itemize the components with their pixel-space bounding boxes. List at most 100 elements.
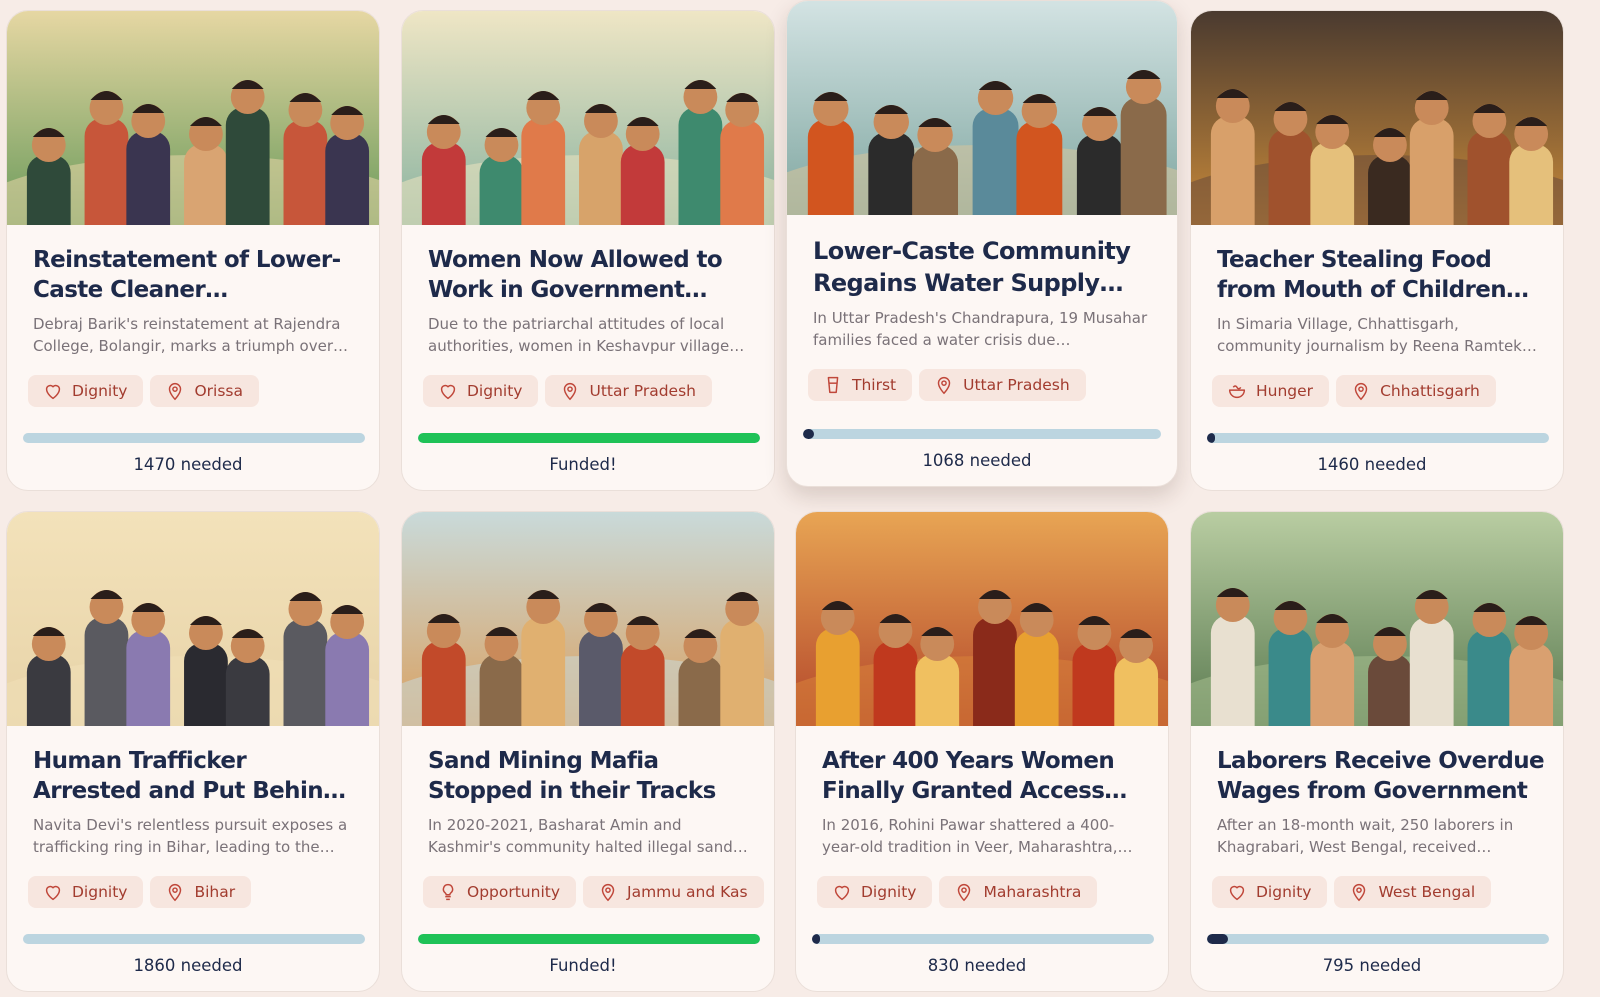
category-tag-label: Dignity — [72, 382, 128, 400]
story-description: After an 18-month wait, 250 laborers in … — [1217, 816, 1514, 856]
story-card[interactable]: Lower-Caste Community Regains Water Supp… — [786, 0, 1178, 487]
location-tag[interactable]: Uttar Pradesh — [545, 375, 712, 407]
location-pin-icon — [169, 383, 182, 401]
funding-progress-fill — [803, 429, 814, 439]
tag-list: Dignity Uttar Pradesh — [423, 375, 756, 407]
category-tag-label: Hunger — [1256, 382, 1314, 400]
story-image[interactable] — [402, 512, 774, 726]
story-description: In Simaria Village, Chhattisgarh, commun… — [1217, 315, 1537, 355]
location-pin-icon — [601, 884, 615, 902]
funding-progress-bar — [1207, 934, 1549, 944]
story-title[interactable]: After 400 Years Women Finally Granted Ac… — [822, 746, 1150, 806]
story-title[interactable]: Sand Mining Mafia Stopped in their Track… — [428, 746, 756, 806]
story-description: In Uttar Pradesh's Chandrapura, 19 Musah… — [813, 309, 1148, 349]
funding-status: 795 needed — [1322, 956, 1422, 975]
category-tag[interactable]: Hunger — [1212, 375, 1330, 407]
tag-list: Dignity Orissa — [28, 375, 361, 407]
story-image[interactable] — [1191, 11, 1563, 225]
location-tag[interactable]: Jammu and Kas — [583, 876, 764, 908]
category-tag-label: Dignity — [72, 883, 128, 901]
location-tag-label: Bihar — [194, 883, 236, 901]
funding-progress-bar — [812, 934, 1154, 944]
location-tag-label: Uttar Pradesh — [963, 376, 1070, 394]
funding-progress-fill — [418, 934, 760, 944]
story-card[interactable]: Reinstatement of Lower-Caste Cleaner Sus… — [6, 10, 380, 491]
story-card[interactable]: Human Trafficker Arrested and Put Behind… — [6, 511, 380, 992]
glass-icon — [827, 376, 839, 394]
location-tag[interactable]: Orissa — [150, 375, 259, 407]
category-tag[interactable]: Dignity — [28, 375, 144, 407]
location-tag-label: Uttar Pradesh — [589, 382, 696, 400]
stories-grid: Reinstatement of Lower-Caste Cleaner Sus… — [0, 0, 1600, 997]
funding-status: 1470 needed — [133, 455, 243, 474]
location-pin-icon — [958, 884, 971, 902]
category-tag[interactable]: Dignity — [423, 375, 539, 407]
location-tag-label: Maharashtra — [983, 883, 1082, 901]
location-tag[interactable]: Uttar Pradesh — [919, 369, 1086, 401]
category-tag[interactable]: Dignity — [28, 876, 144, 908]
heart-icon — [1229, 885, 1245, 901]
story-card[interactable]: Women Now Allowed to Work in Government…… — [401, 10, 775, 491]
funding-progress-bar — [803, 429, 1161, 439]
funding-progress-bar — [418, 433, 760, 443]
story-title[interactable]: Lower-Caste Community Regains Water Supp… — [813, 235, 1159, 299]
story-image[interactable] — [796, 512, 1168, 726]
funding-progress-fill — [418, 433, 760, 443]
funding-status: Funded! — [549, 956, 617, 975]
location-pin-icon — [169, 884, 182, 902]
story-image[interactable] — [7, 512, 379, 726]
tag-list: Hunger Chhattisgarh — [1212, 375, 1545, 407]
category-tag[interactable]: Dignity — [1212, 876, 1328, 908]
category-tag[interactable]: Dignity — [817, 876, 933, 908]
category-tag-label: Dignity — [467, 382, 523, 400]
story-title[interactable]: Teacher Stealing Food from Mouth of Chil… — [1217, 245, 1545, 305]
category-tag-label: Opportunity — [467, 883, 561, 901]
location-tag[interactable]: Bihar — [150, 876, 252, 908]
funding-status: 1460 needed — [1317, 455, 1427, 474]
story-card[interactable]: After 400 Years Women Finally Granted Ac… — [795, 511, 1169, 992]
category-tag[interactable]: Opportunity — [423, 876, 577, 908]
funding-progress-fill — [1207, 934, 1228, 944]
funding-status: Funded! — [549, 455, 617, 474]
story-title[interactable]: Laborers Receive Overdue Wages from Gove… — [1217, 746, 1545, 806]
location-pin-icon — [564, 383, 577, 401]
heart-icon — [834, 885, 850, 901]
tag-list: Dignity Maharashtra — [817, 876, 1150, 908]
location-pin-icon — [1353, 884, 1366, 902]
funding-progress-bar — [23, 433, 365, 443]
story-card[interactable]: Sand Mining Mafia Stopped in their Track… — [401, 511, 775, 992]
heart-icon — [45, 384, 61, 400]
category-tag[interactable]: Thirst — [808, 369, 913, 401]
location-tag-label: Chhattisgarh — [1380, 382, 1480, 400]
location-pin-icon — [937, 377, 951, 395]
funding-progress-bar — [23, 934, 365, 944]
tag-list: Opportunity Jammu and Kas — [423, 876, 764, 908]
location-tag[interactable]: West Bengal — [1334, 876, 1492, 908]
story-image[interactable] — [7, 11, 379, 225]
funding-progress-bar — [418, 934, 760, 944]
story-image[interactable] — [1191, 512, 1563, 726]
funding-progress-fill — [1207, 433, 1216, 443]
story-description: In 2020-2021, Basharat Amin and Kashmir'… — [428, 816, 748, 856]
lightbulb-icon — [442, 883, 454, 901]
story-title[interactable]: Reinstatement of Lower-Caste Cleaner Sus… — [33, 245, 361, 305]
story-image[interactable] — [402, 11, 774, 225]
story-image[interactable] — [787, 1, 1177, 215]
location-tag[interactable]: Maharashtra — [939, 876, 1098, 908]
story-description: In 2016, Rohini Pawar shattered a 400-ye… — [822, 816, 1133, 856]
story-description: Debraj Barik's reinstatement at Rajendra… — [33, 315, 349, 355]
tag-list: Dignity Bihar — [28, 876, 361, 908]
category-tag-label: Dignity — [1256, 883, 1312, 901]
story-description: Due to the patriarchal attitudes of loca… — [428, 315, 745, 355]
location-tag-label: West Bengal — [1378, 883, 1476, 901]
category-tag-label: Thirst — [852, 376, 897, 394]
location-tag[interactable]: Chhattisgarh — [1336, 375, 1496, 407]
story-title[interactable]: Women Now Allowed to Work in Government… — [428, 245, 756, 305]
heart-icon — [440, 384, 456, 400]
tag-list: Dignity West Bengal — [1212, 876, 1545, 908]
story-card[interactable]: Teacher Stealing Food from Mouth of Chil… — [1190, 10, 1564, 491]
tag-list: Thirst Uttar Pradesh — [808, 369, 1159, 401]
bowl-icon — [1228, 385, 1246, 399]
story-title[interactable]: Human Trafficker Arrested and Put Behind… — [33, 746, 361, 806]
story-card[interactable]: Laborers Receive Overdue Wages from Gove… — [1190, 511, 1564, 992]
